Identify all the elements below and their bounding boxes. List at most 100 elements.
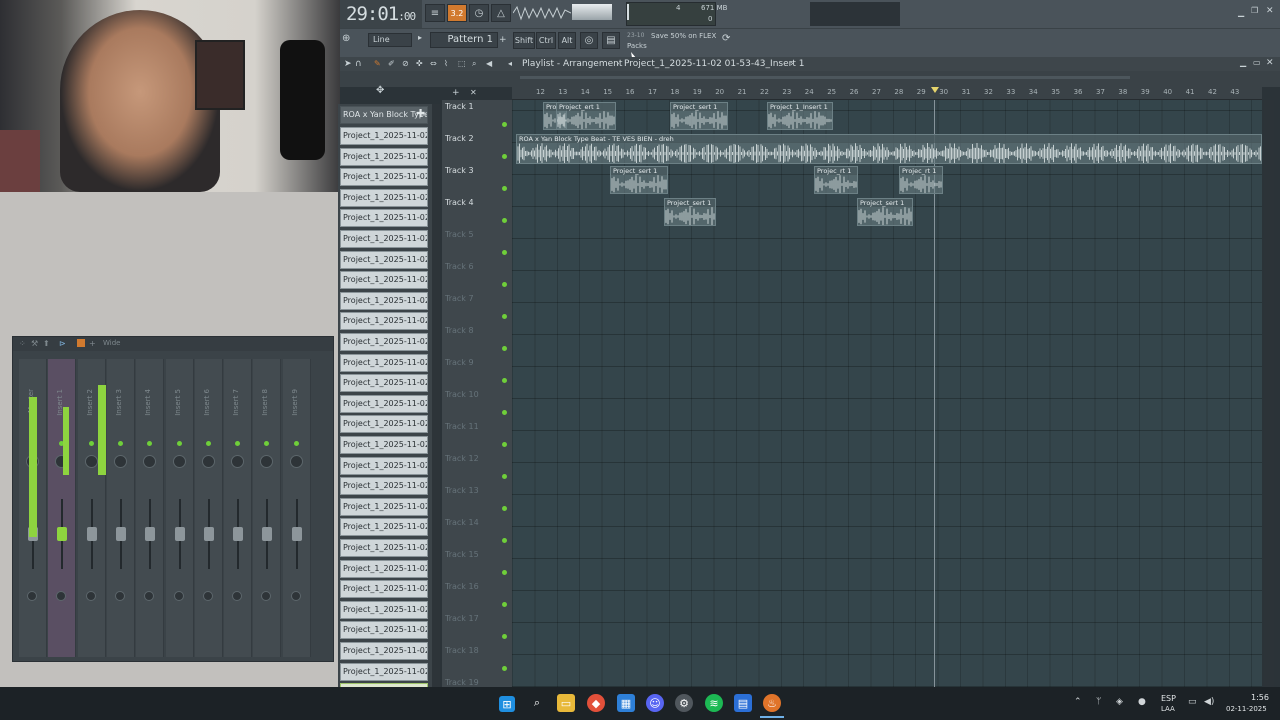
maximize-icon[interactable]: ❐ [1251,6,1258,15]
horizontal-scrollbar[interactable] [520,76,1130,79]
mixer-active-indicator[interactable] [88,441,94,446]
tray-usb-icon[interactable]: ᛘ [1096,697,1101,707]
mixer-strip[interactable]: Insert 7 [224,359,253,657]
track-mute-indicator[interactable] [502,474,507,479]
mixer-view-icon[interactable]: ⊳ [59,339,66,348]
track-mute-indicator[interactable] [502,602,507,607]
playlist-close-icon[interactable]: ✕ [1266,58,1274,68]
magnet-icon[interactable]: ∩ [355,59,362,69]
pan-knob[interactable] [84,455,98,468]
track-label[interactable]: Track 14 [445,518,479,527]
news-text[interactable]: Save 50% on FLEX [651,32,716,40]
song-time-display[interactable]: 29:01:00 [346,3,416,25]
track-label[interactable]: Track 15 [445,550,479,559]
add-pattern-icon[interactable]: + [499,35,507,45]
browser-item[interactable]: Project_1_2025-11-02 0... [340,415,428,434]
play-mode-icon[interactable]: ▸ [418,33,428,47]
stereo-knob[interactable] [56,591,67,601]
tray-expand-icon[interactable]: ⌃ [1074,697,1082,707]
playlist-minimize-icon[interactable]: ▁ [1240,58,1246,67]
volume-fader[interactable] [86,527,97,541]
track-mute-indicator[interactable] [502,282,507,287]
browser-item[interactable]: Project_1_2025-11-02 0... [340,188,428,207]
pan-knob[interactable] [172,455,186,468]
shift-button[interactable]: Shift [513,32,535,49]
mixer-active-indicator[interactable] [176,441,182,446]
tempo-button[interactable]: 3.2 [447,4,467,22]
mixer-active-indicator[interactable] [235,441,241,446]
browser-item[interactable]: Project_1_2025-11-02 0... [340,518,428,537]
search-icon[interactable]: ⌕ [528,694,546,712]
audio-clip[interactable]: Project_ert 1 [556,102,616,130]
volume-fader[interactable] [203,527,214,541]
pan-knob[interactable] [143,455,157,468]
playlist-maximize-icon[interactable]: ▭ [1253,58,1261,67]
timeline-ruler[interactable]: 12 13 14 15 16 17 18 19 20 21 22 23 24 25 26 27 28 29 30 31… [512,87,1262,100]
browser-item[interactable]: Project_1_2025-11-02 0... [340,209,428,228]
track-label[interactable]: Track 13 [445,486,479,495]
store-icon[interactable]: ▦ [617,694,635,712]
mixer-active-indicator[interactable] [293,441,299,446]
pan-knob[interactable] [260,455,274,468]
stereo-knob[interactable] [114,591,125,601]
volume-fader[interactable] [174,527,185,541]
stereo-knob[interactable] [261,591,272,601]
mixer-menu-icon[interactable]: ⁘ [19,339,26,348]
browser-item[interactable]: Project_1_2025-11-02 0... [340,497,428,516]
track-label[interactable]: Track 17 [445,614,479,623]
browser-item[interactable]: Project_1_2025-11-02 0... [340,580,428,599]
discord-icon[interactable]: ☺ [646,694,664,712]
track-label[interactable]: Track 10 [445,390,479,399]
mixer-strip[interactable]: Insert 8 [253,359,282,657]
pan-knob[interactable] [289,455,303,468]
zoom-tool-icon[interactable]: ⌕ [472,59,476,69]
browser-item[interactable]: Project_1_2025-11-02 0... [340,147,428,166]
volume-fader[interactable] [115,527,126,541]
mic-icon[interactable]: ⊕ [342,33,354,47]
stereo-knob[interactable] [173,591,184,601]
audio-clip[interactable]: Project_1_Insert 1 [767,102,833,130]
mixer-upload-icon[interactable]: ⬆ [43,339,50,348]
track-label[interactable]: Track 5 [445,230,474,239]
select-tool-icon[interactable]: ⬚ [458,59,466,68]
pan-knob[interactable] [201,455,215,468]
track-mute-indicator[interactable] [502,218,507,223]
browser-item[interactable]: Project_1_2025-11-02 0... [340,662,428,681]
minimize-icon[interactable]: ▁ [1238,8,1244,17]
tray-app-icon[interactable]: ◈ [1116,697,1123,707]
mixer-active-indicator[interactable] [147,441,153,446]
plugin-picker-icon[interactable]: ◎ [580,32,598,49]
volume-fader[interactable] [262,527,273,541]
stereo-knob[interactable] [144,591,155,601]
track-mute-indicator[interactable] [502,410,507,415]
delete-track-icon[interactable]: ✕ [470,88,477,97]
news-refresh-icon[interactable]: ⟳ [722,33,730,44]
browser-icon[interactable]: ▤ [602,32,620,49]
mixer-strip[interactable]: Insert 6 [194,359,223,657]
keyboard-language[interactable]: ESP [1161,694,1176,703]
stereo-knob[interactable] [202,591,213,601]
browser-item[interactable]: Project_1_2025-11-02 0... [340,539,428,557]
snap-mode-select[interactable]: Line [368,33,412,47]
settings-icon[interactable]: ⚙ [675,694,693,712]
track-label[interactable]: Track 16 [445,582,479,591]
track-label[interactable]: Track 2 [445,134,474,143]
volume-fader[interactable] [57,527,68,541]
track-mute-indicator[interactable] [502,506,507,511]
browser-item[interactable]: Project_1_2025-11-02 0... [340,394,428,413]
clock-time[interactable]: 1:56 [1251,693,1269,702]
file-explorer-icon[interactable]: ▭ [557,694,575,712]
delete-tool-icon[interactable]: ⊘ [402,59,409,68]
menu-icon[interactable]: ≡ [425,4,445,22]
mixer-tool-icon[interactable]: ⚒ [31,339,38,348]
track-mute-indicator[interactable] [502,666,507,671]
browser-item[interactable]: Project_1_2025-11-02 0... [340,250,428,269]
track-mute-indicator[interactable] [502,314,507,319]
browser-add-icon[interactable]: ✚ [416,107,425,120]
volume-fader[interactable] [145,527,156,541]
mixer-strip[interactable]: Insert 1 [48,359,77,657]
browser-item[interactable]: Project_1_2025-11-02 0... [340,621,428,640]
pattern-selector[interactable]: Pattern 1 [430,32,498,48]
volume-fader[interactable] [291,527,302,541]
track-label[interactable]: Track 19 [445,678,479,687]
